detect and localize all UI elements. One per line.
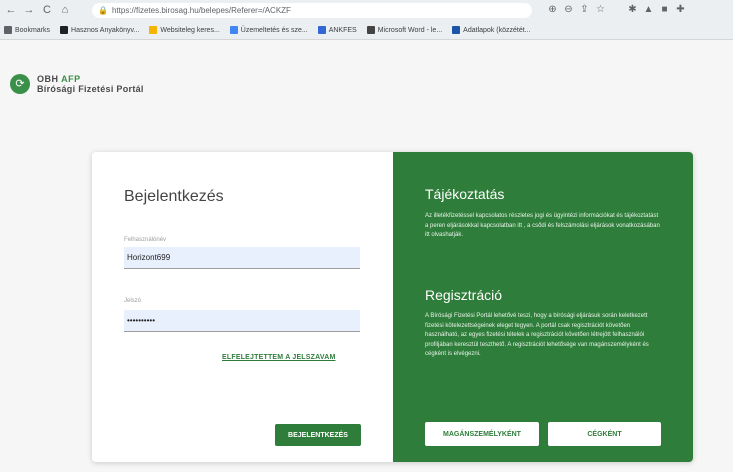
star-icon[interactable]: ☆: [594, 3, 607, 16]
bookmark-item[interactable]: Microsoft Word - le...: [366, 26, 443, 34]
bookmark-favicon-icon: [4, 26, 12, 34]
bookmark-item[interactable]: Hasznos Anyakönyv...: [60, 26, 139, 34]
register-private-button[interactable]: MAGÁNSZEMÉLYKÉNT: [425, 422, 539, 446]
brand-title: OBH AFP: [37, 74, 81, 84]
info-title: Tájékoztatás: [425, 186, 505, 202]
bookmark-favicon-icon: [452, 26, 461, 34]
puzzle-icon[interactable]: ✚: [674, 3, 687, 16]
share-icon[interactable]: ⇪: [578, 3, 591, 16]
bookmark-favicon-icon: [366, 26, 375, 34]
forward-arrow-icon[interactable]: →: [22, 3, 36, 17]
reload-icon[interactable]: C: [40, 3, 54, 17]
bookmark-item[interactable]: Adatlapok (közzétét...: [452, 26, 531, 34]
bookmarks-bar: Bookmarks Hasznos Anyakönyv... Websiteleg …: [0, 21, 733, 39]
bookmark-label: Adatlapok (közzétét...: [463, 26, 531, 34]
zoom-icon[interactable]: ⊖: [562, 3, 575, 16]
bookmark-item[interactable]: Websiteleg keres...: [149, 26, 220, 34]
bookmark-label: Bookmarks: [15, 26, 51, 34]
bookmark-label: Hasznos Anyakönyv...: [71, 26, 140, 34]
registration-title: Regisztráció: [425, 287, 503, 303]
translate-icon[interactable]: ⊕: [546, 3, 559, 16]
afp-logo-icon: ⟳: [10, 74, 30, 94]
bookmark-label: Websiteleg keres...: [160, 26, 220, 34]
drive-icon[interactable]: ▲: [642, 3, 655, 16]
login-button[interactable]: BEJELENTKEZÉS: [275, 424, 361, 446]
profile-icon[interactable]: ■: [658, 3, 671, 16]
extension-icon[interactable]: ✱: [626, 3, 639, 16]
info-text: Az illetékfizetéssel kapcsolatos részlet…: [425, 213, 660, 238]
password-label: Jelszó: [124, 298, 142, 304]
browser-chrome: ← → C ⌂ 🔒 https://fizetes.birosag.hu/bel…: [0, 0, 733, 40]
site-header: ⟳ OBH AFP Bírósági Fizetési Portál: [10, 74, 144, 94]
username-input[interactable]: [124, 247, 360, 269]
url-text: https://fizetes.birosag.hu/belepes/Refer…: [111, 6, 291, 15]
forgot-password-link[interactable]: ELFELEJTETTEM A JELSZAVAM: [222, 354, 336, 361]
password-input[interactable]: [124, 310, 360, 332]
bookmark-favicon-icon: [317, 26, 326, 34]
login-panel: Bejelentkezés Felhasználónév Jelszó ELFE…: [92, 152, 393, 462]
bookmark-favicon-icon: [60, 26, 69, 34]
address-bar[interactable]: 🔒 https://fizetes.birosag.hu/belepes/Ref…: [92, 3, 532, 18]
bookmark-label: Microsoft Word - le...: [377, 26, 443, 34]
bookmark-item[interactable]: Bookmarks: [4, 26, 50, 34]
info-panel: Tájékoztatás Az illetékfizetéssel kapcso…: [393, 152, 693, 462]
register-company-button[interactable]: CÉGKÉNT: [548, 422, 661, 446]
bookmark-favicon-icon: [149, 26, 158, 34]
username-label: Felhasználónév: [124, 237, 167, 243]
bookmark-label: ANKFES: [328, 26, 357, 34]
bookmark-favicon-icon: [229, 26, 238, 34]
bookmark-label: Üzemeltetés és sze...: [240, 26, 308, 34]
lock-icon: 🔒: [98, 6, 108, 15]
bookmark-item[interactable]: ANKFES: [317, 26, 357, 34]
home-icon[interactable]: ⌂: [58, 3, 72, 17]
brand-subtitle: Bírósági Fizetési Portál: [37, 84, 144, 94]
back-arrow-icon[interactable]: ←: [4, 3, 18, 17]
registration-text: A Bírósági Fizetési Portál lehetővé tesz…: [425, 313, 649, 357]
login-card: Bejelentkezés Felhasználónév Jelszó ELFE…: [92, 152, 693, 462]
login-title: Bejelentkezés: [124, 188, 224, 205]
bookmark-item[interactable]: Üzemeltetés és sze...: [229, 26, 308, 34]
